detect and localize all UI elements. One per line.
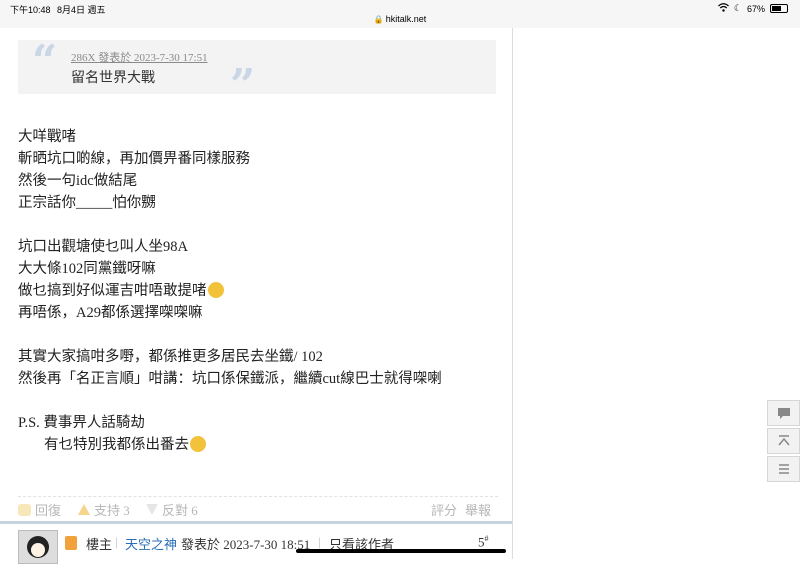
smirk-emoji-icon <box>207 282 224 298</box>
report-label: 舉報 <box>465 503 492 518</box>
battery-level <box>772 6 782 11</box>
scroll-top-button[interactable] <box>767 428 800 454</box>
post-line: 做乜搞到好似運吉咁唔敢提啫 <box>18 280 498 302</box>
author-link[interactable]: 天空之神 <box>125 534 177 553</box>
post-body: 大咩戰啫 斬晒坑口啲線，再加價畀番同樣服務 然後一句idc做結尾 正宗話你___… <box>18 126 498 456</box>
reply-button[interactable]: 回復 <box>18 500 61 519</box>
separator: | <box>318 534 321 549</box>
report-button[interactable]: 舉報 <box>465 500 491 519</box>
scroll-top-icon <box>777 435 790 446</box>
post-line: 斬晒坑口啲線，再加價畀番同樣服務 <box>18 151 250 167</box>
post-line: 正宗話你_____怕你嬲 <box>18 195 156 211</box>
oppose-label: 反對 6 <box>162 503 198 518</box>
post-line <box>18 390 498 412</box>
battery-percent: 67% <box>746 3 765 14</box>
thumb-up-icon <box>78 504 90 515</box>
post-line: 有乜特別我都係出番去 <box>18 434 498 456</box>
home-indicator[interactable] <box>296 549 506 553</box>
post-line: 其實大家搞咁多嘢，都係推更多居民去坐鐵/ 102 <box>18 349 323 365</box>
post-line-text: 做乜搞到好似運吉咁唔敢提啫 <box>18 283 207 299</box>
post-line: 坑口出觀塘使乜叫人坐98A <box>18 239 188 255</box>
post-line-text: 有乜特別我都係出番去 <box>44 437 189 453</box>
separator: | <box>115 534 118 549</box>
comment-icon <box>777 408 790 419</box>
post-line: P.S. 費事畀人話騎劫 <box>18 415 145 431</box>
rate-button[interactable]: 評分 <box>431 500 457 519</box>
rate-label: 評分 <box>431 503 458 518</box>
owner-label: 樓主 <box>86 537 113 552</box>
reply-label: 回復 <box>35 503 62 518</box>
post-line: 然後再「名正言順」咁講：坑口係保鐵派，繼續cut線巴士就得㗎喇 <box>18 371 442 387</box>
rolling-eyes-emoji-icon <box>190 436 206 452</box>
oppose-button[interactable]: 反對 6 <box>146 500 198 519</box>
post-author-bar: 樓主 | 天空之神 發表於 2023-7-30 18:51 | 只看該作者 5# <box>0 521 512 564</box>
quote-meta[interactable]: 286X 發表於 2023-7-30 17:51 <box>71 49 208 65</box>
floor-number[interactable]: 5# <box>478 534 489 550</box>
close-quote-icon: ” <box>230 60 256 111</box>
list-button[interactable] <box>767 456 800 482</box>
quote-block: “ 286X 發表於 2023-7-30 17:51 留名世界大戰 ” <box>18 36 496 111</box>
support-button[interactable]: 支持 3 <box>78 500 130 519</box>
post-line: 大大條102同黨鐵呀嘛 <box>18 261 156 277</box>
lock-icon: 🔒 <box>373 15 384 24</box>
status-bar: 下午10:48 8月4日 週五 🔒 hkitalk.net ☾ 67% <box>0 0 800 28</box>
post-time: 發表於 2023-7-30 18:51 <box>181 537 311 552</box>
post-line: 再唔係，A29都係選擇㗎㗎嘛 <box>18 305 203 321</box>
battery-icon <box>770 4 788 13</box>
thumb-down-icon <box>146 504 158 515</box>
reply-icon <box>18 503 31 516</box>
wifi-icon <box>717 3 729 14</box>
post-actions: 回復 支持 3 反對 6 評分 舉報 <box>18 496 498 519</box>
address-bar[interactable]: 🔒 hkitalk.net <box>0 14 800 24</box>
open-quote-icon: “ <box>32 36 58 87</box>
side-toolbar <box>767 400 800 484</box>
comment-button[interactable] <box>767 400 800 426</box>
post-line <box>18 214 498 236</box>
post-line: 大咩戰啫 <box>18 129 76 145</box>
list-icon <box>778 464 789 474</box>
post-line <box>18 324 498 346</box>
post-line: 然後一句idc做結尾 <box>18 173 138 189</box>
support-label: 支持 3 <box>94 503 130 518</box>
url-text: hkitalk.net <box>385 14 427 24</box>
forum-post: “ 286X 發表於 2023-7-30 17:51 留名世界大戰 ” 大咩戰啫… <box>0 28 513 564</box>
quote-text: 留名世界大戰 <box>71 71 155 86</box>
moon-icon: ☾ <box>733 3 742 13</box>
owner-icon <box>65 536 77 550</box>
